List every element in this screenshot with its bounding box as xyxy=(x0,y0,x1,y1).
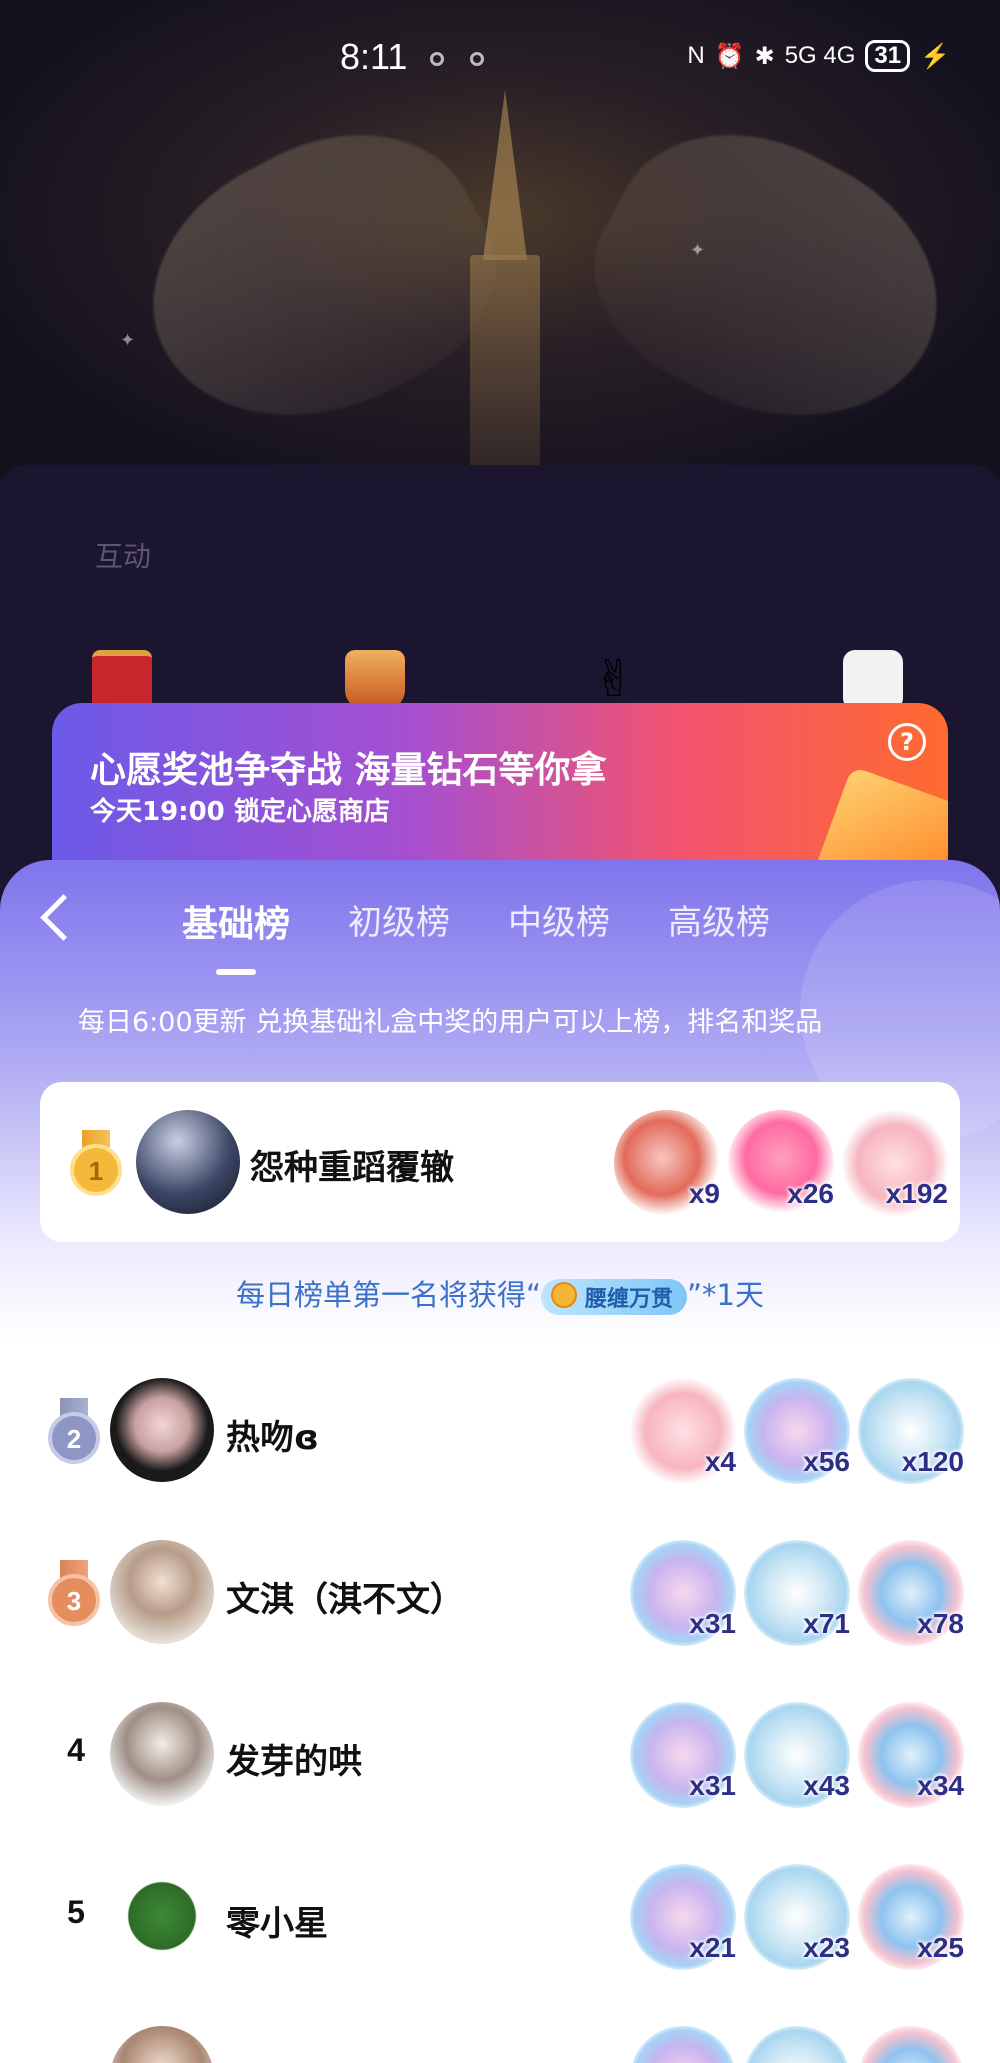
ranking-sheet: 基础榜 初级榜 中级榜 高级榜 每日6:00更新 兑换基础礼盒中奖的用户可以上榜… xyxy=(0,860,1000,2063)
banner-subtitle: 今天19:00 锁定心愿商店 xyxy=(90,797,390,827)
lantern-cup-icon[interactable] xyxy=(345,650,405,710)
bronze-medal-icon: 3 xyxy=(48,1560,100,1626)
seahorse-gift-icon: x25 xyxy=(858,1864,964,1970)
silver-medal-icon: 2 xyxy=(48,1398,100,1464)
rank-number: 4 xyxy=(67,1732,85,1768)
notification-dot-icon xyxy=(430,52,444,66)
avatar[interactable] xyxy=(110,1864,214,1968)
victory-hand-icon[interactable]: ✌ xyxy=(593,650,653,710)
nfc-icon: N xyxy=(687,42,705,69)
help-icon[interactable]: ? xyxy=(888,723,926,761)
seahorse-gift-icon: x78 xyxy=(858,1540,964,1646)
cake-box-gift-icon: x192 xyxy=(842,1110,948,1216)
status-bar: 8:11 N ⏰ ✱ 5G 4G 31 ⚡ xyxy=(0,0,1000,120)
bluetooth-icon: ✱ xyxy=(754,42,775,70)
tab-basic[interactable]: 基础榜 xyxy=(182,895,290,947)
gold-medal-icon: 1 xyxy=(70,1130,122,1196)
avatar[interactable] xyxy=(110,2026,214,2063)
first-place-card[interactable]: 1 怨种重蹈覆辙 x9 x26 x192 xyxy=(40,1082,960,1242)
gift-list: x9 x26 x192 xyxy=(614,1110,948,1216)
gift-list: x4 x56 x120 xyxy=(630,1378,964,1484)
alarm-icon: ⏰ xyxy=(714,42,745,70)
mermaid-gift-icon: x21 xyxy=(630,1864,736,1970)
rank-number: 5 xyxy=(67,1894,85,1930)
charging-icon: ⚡ xyxy=(920,42,950,70)
right-wing-decoration xyxy=(558,85,982,475)
user-name: 怨种重蹈覆辙 xyxy=(250,1148,454,1188)
status-icons: N ⏰ ✱ 5G 4G 31 ⚡ xyxy=(687,40,950,72)
pearl-shell-gift-icon: x23 xyxy=(744,1864,850,1970)
status-time: 8:11 xyxy=(340,36,408,77)
mermaid-gift-icon xyxy=(630,2026,736,2063)
back-icon[interactable] xyxy=(35,895,79,939)
panel-section-label: 互动 xyxy=(95,540,152,573)
ranking-tabs: 基础榜 初级榜 中级榜 高级榜 xyxy=(182,895,770,947)
lion-dance-gift-icon: x9 xyxy=(614,1110,720,1216)
mermaid-gift-icon: x31 xyxy=(630,1702,736,1808)
seahorse-gift-icon xyxy=(858,2026,964,2063)
heart-key-gift-icon: x26 xyxy=(728,1110,834,1216)
dice-icon[interactable] xyxy=(843,650,903,710)
gift-list: x21 x23 x25 xyxy=(630,1864,964,1970)
mermaid-gift-icon: x31 xyxy=(630,1540,736,1646)
notification-dot-icon xyxy=(470,52,484,66)
reward-note: 每日榜单第一名将获得“ 腰缠万贯 ”*1天 xyxy=(0,1272,1000,1315)
update-notice: 每日6:00更新 兑换基础礼盒中奖的用户可以上榜，排名和奖品 xyxy=(78,1007,823,1038)
sparkle-icon: ✦ xyxy=(690,240,706,261)
avatar[interactable] xyxy=(110,1378,214,1482)
red-envelope-icon[interactable] xyxy=(92,650,152,710)
tab-junior[interactable]: 初级榜 xyxy=(348,895,450,947)
tab-senior[interactable]: 高级榜 xyxy=(668,895,770,947)
pearl-shell-gift-icon: x43 xyxy=(744,1702,850,1808)
sparkle-icon: ✦ xyxy=(120,330,136,351)
user-name: 零小星 xyxy=(226,1904,328,1944)
coin-icon xyxy=(551,1282,578,1308)
reward-badge: 腰缠万贯 xyxy=(541,1279,688,1315)
gift-list xyxy=(630,2026,964,2063)
signal-icon: 5G 4G xyxy=(784,42,856,69)
pearl-shell-gift-icon: x120 xyxy=(858,1378,964,1484)
pearl-shell-gift-icon: x71 xyxy=(744,1540,850,1646)
gift-list: x31 x71 x78 xyxy=(630,1540,964,1646)
cake-box-gift-icon: x4 xyxy=(630,1378,736,1484)
avatar[interactable] xyxy=(110,1702,214,1806)
mermaid-gift-icon: x56 xyxy=(744,1378,850,1484)
user-name: 热吻ɞ xyxy=(226,1418,319,1458)
battery-icon: 31 xyxy=(865,40,911,72)
avatar[interactable] xyxy=(136,1110,240,1214)
banner-title: 心愿奖池争夺战 海量钻石等你拿 xyxy=(90,750,607,791)
pearl-shell-gift-icon xyxy=(744,2026,850,2063)
castle-decoration xyxy=(440,90,570,475)
user-name: 文淇（淇不文） xyxy=(226,1580,464,1620)
gift-list: x31 x43 x34 xyxy=(630,1702,964,1808)
tab-intermediate[interactable]: 中级榜 xyxy=(508,895,610,947)
user-name: 发芽的哄 xyxy=(226,1742,362,1782)
avatar[interactable] xyxy=(110,1540,214,1644)
seahorse-gift-icon: x34 xyxy=(858,1702,964,1808)
